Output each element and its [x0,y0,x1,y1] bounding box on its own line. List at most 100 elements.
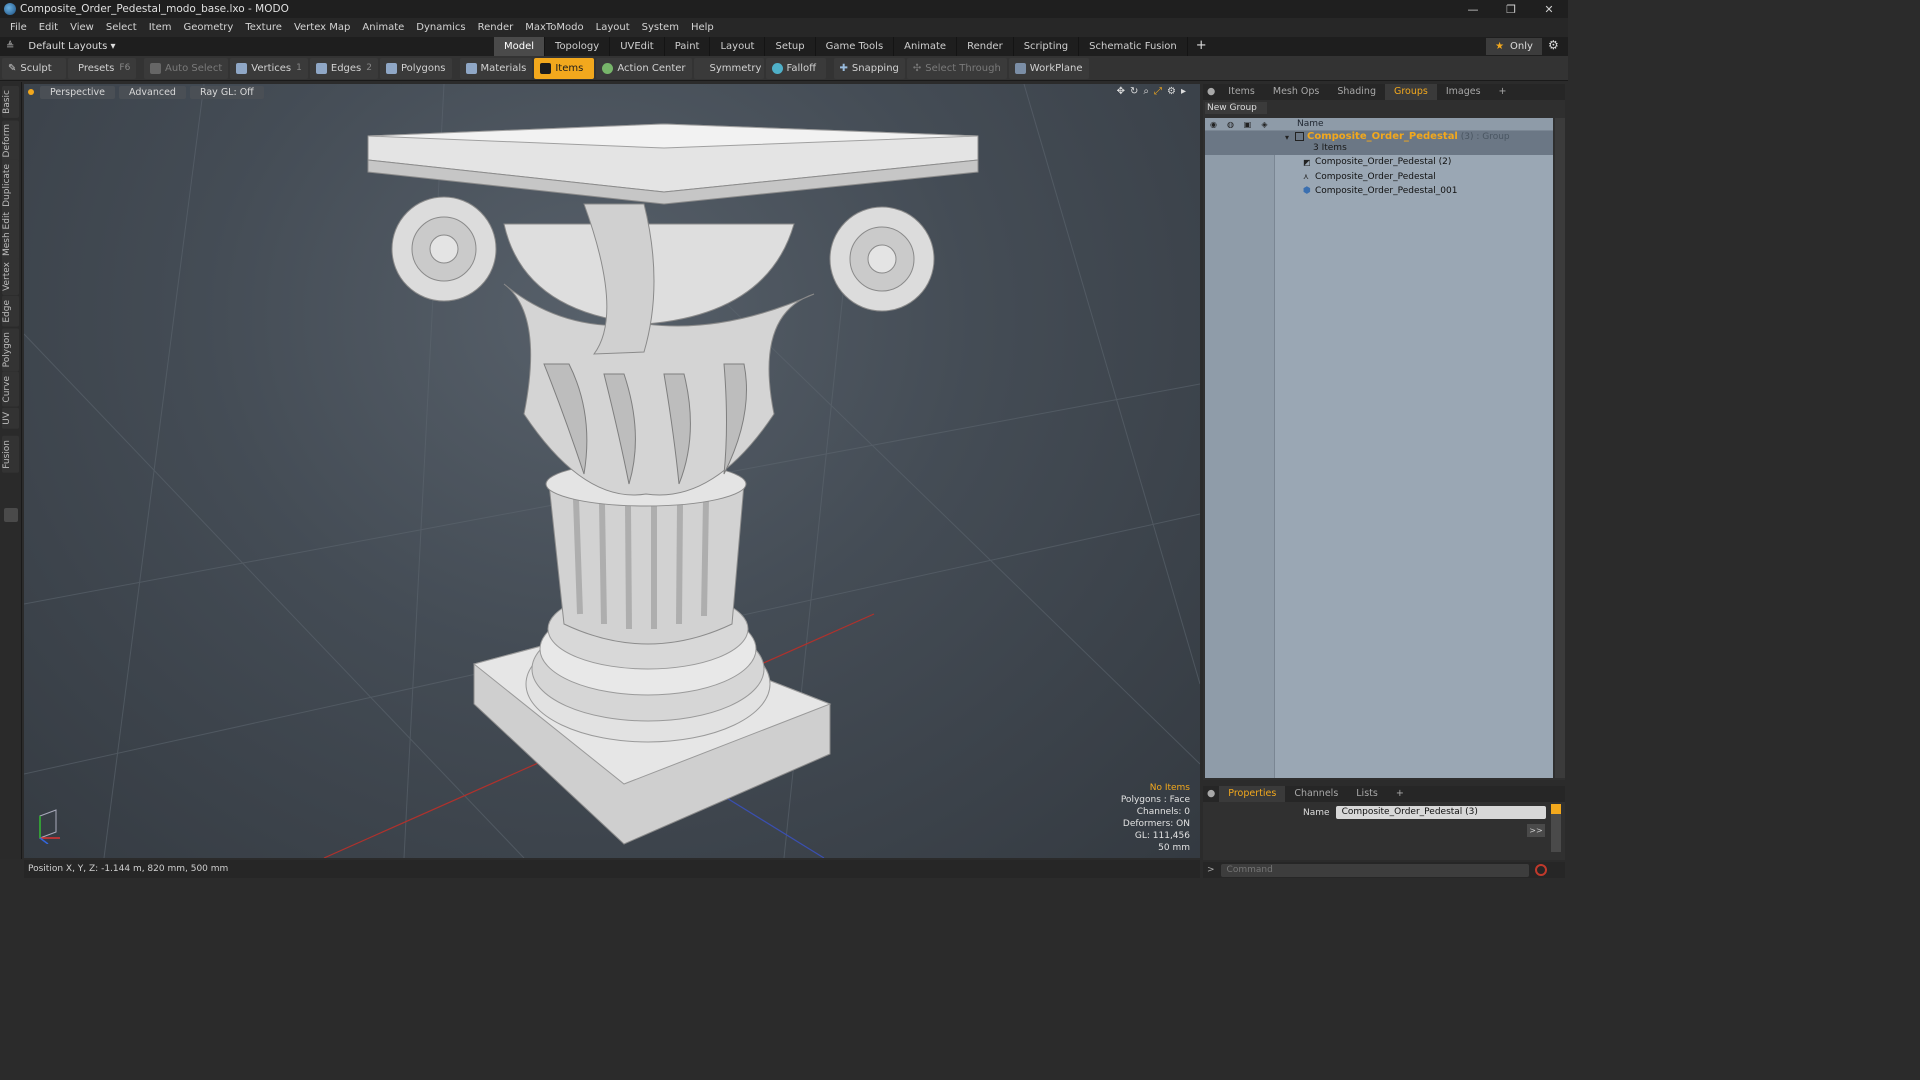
panel-toggle-button[interactable] [4,508,18,522]
add-tab-button[interactable]: + [1188,37,1215,56]
tab-images[interactable]: Images [1437,84,1490,100]
vtab-uv[interactable]: UV [2,408,19,429]
group-row[interactable]: ▾ Composite_Order_Pedestal (3) : Group 3… [1205,131,1553,155]
more-button[interactable]: >> [1527,824,1545,837]
menu-view[interactable]: View [64,22,100,33]
panel-menu-dot[interactable]: ● [1203,84,1219,100]
sculpt-button[interactable]: ✎ Sculpt [2,57,66,79]
vtab-fusion[interactable]: Fusion [2,436,19,473]
view-mode-button[interactable]: Perspective [40,85,116,99]
vtab-curve[interactable]: Curve [2,372,19,407]
group-expand-icon[interactable]: ▾ [1285,133,1289,142]
list-item[interactable]: ⋏ Composite_Order_Pedestal [1205,170,1553,185]
vtab-polygon[interactable]: Polygon [2,328,19,372]
menu-texture[interactable]: Texture [239,22,288,33]
auto-select-button[interactable]: Auto Select [144,57,229,79]
action-center-button[interactable]: Action Center [596,57,692,79]
viewport-expand-icon[interactable]: ▸ [1181,86,1186,97]
add-properties-tab-button[interactable]: + [1387,786,1413,802]
polygons-button[interactable]: Polygons [380,57,452,79]
menu-file[interactable]: File [4,22,33,33]
menu-dynamics[interactable]: Dynamics [410,22,471,33]
vertices-button[interactable]: Vertices 1 [230,57,308,79]
select-through-button[interactable]: ✣ Select Through [906,57,1007,79]
properties-menu-dot[interactable]: ● [1203,786,1219,802]
vtab-mesh-edit[interactable]: Mesh Edit [2,208,19,260]
list-item[interactable]: ⬢ Composite_Order_Pedestal_001 [1205,184,1553,199]
zoom-icon[interactable]: ⌕ [1143,86,1149,97]
menu-layout[interactable]: Layout [590,22,636,33]
menu-render[interactable]: Render [472,22,520,33]
menu-animate[interactable]: Animate [356,22,410,33]
menu-help[interactable]: Help [685,22,720,33]
render-icon[interactable]: ◍ [1222,120,1239,129]
tab-model[interactable]: Model [494,37,546,56]
layout-selector[interactable]: ≜ Default Layouts ▾ [0,41,130,52]
vtab-duplicate[interactable]: Duplicate [2,160,19,211]
tab-setup[interactable]: Setup [765,37,816,56]
vtab-basic[interactable]: Basic [2,86,19,118]
select-icon[interactable]: ◈ [1256,120,1273,129]
rotate-icon[interactable]: ↻ [1130,86,1138,97]
falloff-button[interactable]: Falloff [765,57,826,79]
menu-select[interactable]: Select [100,22,143,33]
menu-maxtomodo[interactable]: MaxToModo [519,22,589,33]
workplane-button[interactable]: WorkPlane [1008,57,1089,79]
3d-viewport[interactable]: Perspective Advanced Ray GL: Off ✥ ↻ ⌕ ⤢… [24,84,1200,858]
properties-scrollbar[interactable] [1551,804,1561,852]
only-button[interactable]: ★ Only [1486,38,1542,55]
layout-menu-icon[interactable]: ≜ [6,41,14,52]
shading-mode-button[interactable]: Advanced [119,85,186,99]
maximize-icon[interactable]: ⤢ [1154,86,1162,97]
eye-icon[interactable]: ◉ [1205,120,1222,129]
tab-layout[interactable]: Layout [710,37,766,56]
tab-items[interactable]: Items [1219,84,1264,100]
materials-button[interactable]: Materials [459,57,533,79]
new-group-button[interactable]: New Group [1205,102,1267,114]
vtab-edge[interactable]: Edge [2,296,19,327]
list-item[interactable]: ◩ Composite_Order_Pedestal (2) [1205,155,1553,170]
layout-label[interactable]: Default Layouts ▾ [28,41,115,52]
tab-uvedit[interactable]: UVEdit [610,37,665,56]
snapping-button[interactable]: ✚ Snapping [833,57,905,79]
viewport-menu-dot[interactable] [28,89,34,95]
command-history-icon[interactable]: > [1207,865,1215,875]
menu-edit[interactable]: Edit [33,22,64,33]
tab-groups[interactable]: Groups [1384,84,1437,100]
tab-scripting[interactable]: Scripting [1014,37,1080,56]
minimize-button[interactable]: — [1454,0,1492,18]
command-input[interactable] [1220,863,1529,877]
record-icon[interactable] [1534,864,1547,876]
presets-button[interactable]: Presets F6 [68,57,136,79]
tab-schematic-fusion[interactable]: Schematic Fusion [1079,37,1188,56]
raygl-button[interactable]: Ray GL: Off [189,85,264,99]
menu-system[interactable]: System [636,22,685,33]
name-field[interactable]: Composite_Order_Pedestal (3) [1335,806,1546,819]
restore-button[interactable]: ❐ [1492,0,1530,18]
tab-channels[interactable]: Channels [1285,786,1347,802]
menu-item[interactable]: Item [143,22,178,33]
tab-mesh-ops[interactable]: Mesh Ops [1264,84,1329,100]
menu-vertex-map[interactable]: Vertex Map [288,22,356,33]
menu-geometry[interactable]: Geometry [177,22,239,33]
tab-animate[interactable]: Animate [894,37,958,56]
viewport-settings-icon[interactable]: ⚙ [1167,86,1176,97]
tab-properties[interactable]: Properties [1219,786,1286,802]
tab-render[interactable]: Render [957,37,1014,56]
pan-icon[interactable]: ✥ [1117,86,1125,97]
tab-paint[interactable]: Paint [665,37,711,56]
list-scrollbar[interactable] [1555,118,1565,778]
items-button[interactable]: Items [534,57,595,79]
tab-shading[interactable]: Shading [1328,84,1385,100]
tab-game-tools[interactable]: Game Tools [816,37,895,56]
gear-icon[interactable]: ⚙ [1548,38,1559,52]
symmetry-button[interactable]: Symmetry [693,57,764,79]
lock-icon[interactable]: ▣ [1239,120,1256,129]
vtab-deform[interactable]: Deform [2,120,19,162]
tab-topology[interactable]: Topology [545,37,611,56]
edges-button[interactable]: Edges 2 [309,57,378,79]
tab-lists[interactable]: Lists [1347,786,1387,802]
vtab-vertex[interactable]: Vertex [2,258,19,295]
close-button[interactable]: ✕ [1530,0,1568,18]
add-panel-tab-button[interactable]: + [1490,84,1516,100]
